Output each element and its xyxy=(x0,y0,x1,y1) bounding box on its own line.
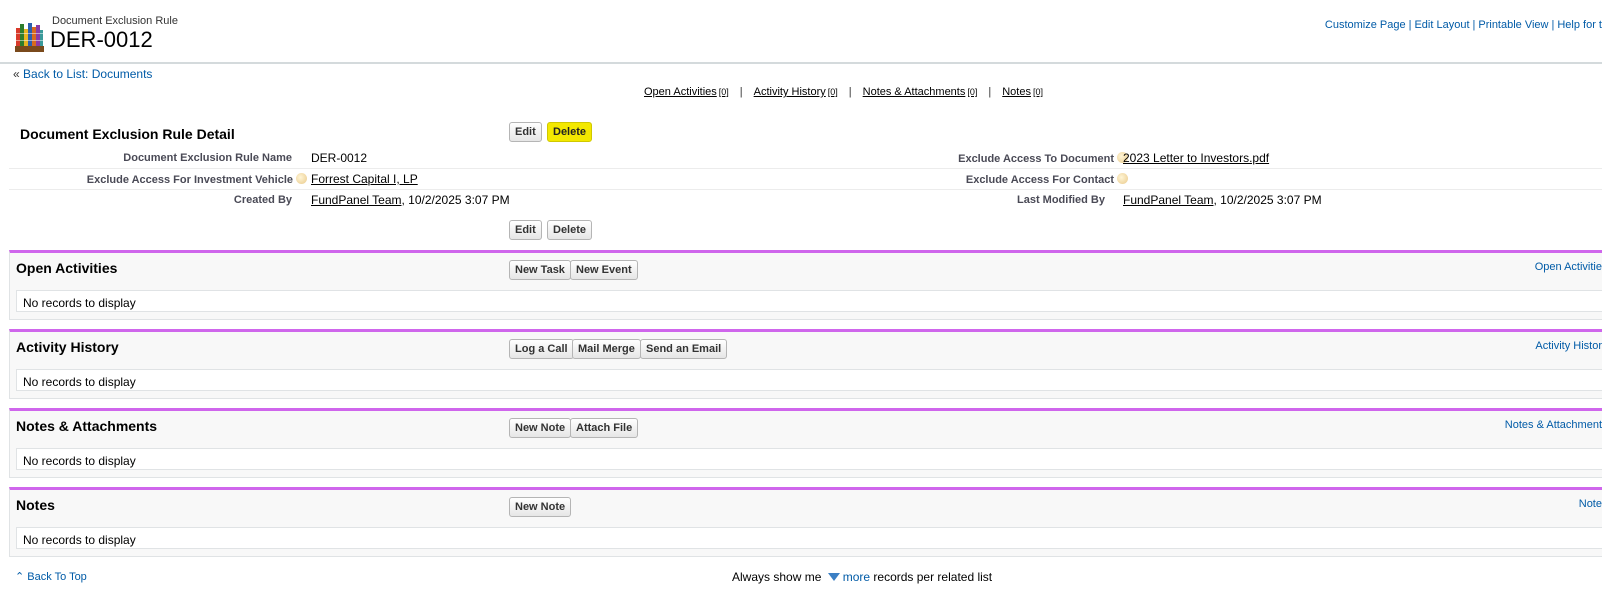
mail-merge-button[interactable]: Mail Merge xyxy=(572,339,641,359)
field-value-created-by: FundPanel Team, 10/2/2025 3:07 PM xyxy=(311,193,510,207)
back-arrows: « xyxy=(13,67,20,81)
related-list-help-link[interactable]: Note xyxy=(1579,498,1602,510)
object-type-label: Document Exclusion Rule xyxy=(52,15,178,27)
detail-row-1: Document Exclusion Rule Name DER-0012 Ex… xyxy=(9,148,1602,169)
field-label-modified-by: Last Modified By xyxy=(1016,194,1105,206)
field-value-modified-by: FundPanel Team, 10/2/2025 3:07 PM xyxy=(1123,193,1322,207)
related-list-title: Notes xyxy=(16,497,55,513)
field-label-vehicle: Exclude Access For Investment Vehicle xyxy=(87,173,307,186)
triangle-down-icon[interactable] xyxy=(827,573,840,581)
hover-link-activity-history[interactable]: Activity History xyxy=(754,86,826,98)
related-list-activity-history: Activity History Log a Call Mail Merge S… xyxy=(9,329,1602,399)
related-list-title: Open Activities xyxy=(16,260,118,276)
hover-count: [0] xyxy=(827,87,838,97)
new-event-button[interactable]: New Event xyxy=(570,260,638,280)
hover-link-notes-attachments[interactable]: Notes & Attachments xyxy=(863,86,966,98)
detail-row-3: Created By FundPanel Team, 10/2/2025 3:0… xyxy=(9,190,1602,210)
record-title: DER-0012 xyxy=(50,27,153,52)
related-list-open-activities: Open Activities New Task New Event Open … xyxy=(9,250,1602,320)
hover-count: [0] xyxy=(718,87,729,97)
attach-file-button[interactable]: Attach File xyxy=(570,418,639,438)
related-list-title: Notes & Attachments xyxy=(16,418,158,434)
new-note-button[interactable]: New Note xyxy=(509,418,572,438)
created-by-user-link[interactable]: FundPanel Team xyxy=(311,193,402,207)
customize-page-link[interactable]: Customize Page xyxy=(1325,19,1406,31)
hover-count: [0] xyxy=(1032,87,1043,97)
breadcrumb: « Back to List: Documents xyxy=(13,67,152,81)
modified-by-user-link[interactable]: FundPanel Team xyxy=(1123,193,1214,207)
help-icon[interactable] xyxy=(1117,173,1128,184)
edit-button-top[interactable]: Edit xyxy=(509,122,542,142)
field-label-contact: Exclude Access For Contact xyxy=(966,173,1128,186)
related-list-help-link[interactable]: Open Activitie xyxy=(1535,261,1602,273)
back-to-list-link[interactable]: Back to List: Documents xyxy=(23,67,152,81)
library-books-icon xyxy=(15,23,44,52)
empty-message: No records to display xyxy=(16,290,1602,312)
field-label-created-by: Created By xyxy=(233,194,292,206)
field-value-document-link[interactable]: 2023 Letter to Investors.pdf xyxy=(1123,151,1269,165)
hover-count: [0] xyxy=(967,87,978,97)
help-icon[interactable] xyxy=(296,173,307,184)
help-link[interactable]: Help for t xyxy=(1557,19,1602,31)
back-to-top-link[interactable]: ⌃ Back To Top xyxy=(15,570,87,583)
related-list-hover-links: Open Activities [0] | Activity History [0] | N… xyxy=(644,86,1043,98)
empty-message: No records to display xyxy=(16,369,1602,391)
chevron-up-icon: ⌃ xyxy=(15,571,25,583)
empty-message: No records to display xyxy=(16,448,1602,470)
new-task-button[interactable]: New Task xyxy=(509,260,571,280)
new-note-button[interactable]: New Note xyxy=(509,497,572,517)
log-a-call-button[interactable]: Log a Call xyxy=(509,339,574,359)
empty-message: No records to display xyxy=(16,527,1602,549)
delete-button-top[interactable]: Delete xyxy=(547,122,593,142)
send-email-button[interactable]: Send an Email xyxy=(640,339,728,359)
field-value-vehicle-link[interactable]: Forrest Capital I, LP xyxy=(311,172,418,186)
hover-link-open-activities[interactable]: Open Activities xyxy=(644,86,717,98)
related-list-help-link[interactable]: Notes & Attachment xyxy=(1505,419,1602,431)
edit-layout-link[interactable]: Edit Layout xyxy=(1414,19,1469,31)
field-label-document: Exclude Access To Document xyxy=(958,152,1128,165)
field-label-name: Document Exclusion Rule Name xyxy=(123,152,292,164)
delete-button-bottom[interactable]: Delete xyxy=(547,220,593,240)
show-more-control: Always show me more records per related … xyxy=(732,570,993,584)
edit-button-bottom[interactable]: Edit xyxy=(509,220,542,240)
hover-link-notes[interactable]: Notes xyxy=(1002,86,1031,98)
show-more-link[interactable]: more xyxy=(843,570,870,584)
related-list-help-link[interactable]: Activity Histor xyxy=(1535,340,1602,352)
header-links: Customize Page | Edit Layout | Printable Vie… xyxy=(1324,19,1602,31)
detail-row-2: Exclude Access For Investment Vehicle Fo… xyxy=(9,169,1602,190)
related-list-title: Activity History xyxy=(16,339,119,355)
related-list-notes-attachments: Notes & Attachments New Note Attach File… xyxy=(9,408,1602,478)
field-value-name: DER-0012 xyxy=(311,151,368,165)
page-header: Document Exclusion Rule DER-0012 Customi… xyxy=(0,0,1602,64)
related-list-notes: Notes New Note Note No records to displa… xyxy=(9,487,1602,557)
detail-section-title: Document Exclusion Rule Detail xyxy=(20,126,235,142)
printable-view-link[interactable]: Printable View xyxy=(1478,19,1548,31)
